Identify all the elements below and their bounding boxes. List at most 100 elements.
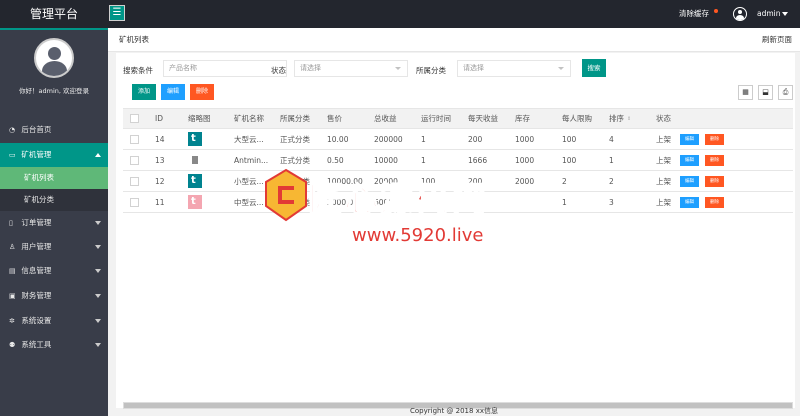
status-label: 状态 (271, 66, 286, 75)
sidebar-subitem-miner-list[interactable]: 矿机列表 (0, 167, 108, 189)
sidebar-item-users[interactable]: ♙ 用户管理 (0, 235, 108, 259)
chevron-down-icon (558, 67, 564, 70)
sidebar-item-home[interactable]: ◔ 后台首页 (0, 118, 108, 142)
notification-dot (714, 9, 718, 13)
row-edit-button[interactable]: 编辑 (680, 154, 699, 166)
clear-cache-link[interactable]: 清除缓存 (679, 0, 709, 28)
cell-stock: 1000 (508, 128, 555, 150)
order-icon: ▯ (9, 219, 13, 227)
row-checkbox[interactable] (130, 176, 139, 186)
cell-price: 0.50 (320, 149, 367, 171)
sidebar-item-label: 财务管理 (21, 291, 52, 300)
finance-icon: ▣ (9, 292, 16, 300)
cell-id: 12 (148, 170, 181, 192)
cell-sort: 1 (602, 149, 649, 171)
sidebar-item-finance[interactable]: ▣ 财务管理 (0, 284, 108, 308)
watermark-url: www.5920.live (352, 225, 484, 246)
welcome-text: 你好！admin, 欢迎登录 (19, 87, 89, 95)
delete-button[interactable]: 删除 (190, 84, 214, 100)
cell-status: 上架 (649, 149, 673, 171)
menu-toggle-icon[interactable]: ☰ (109, 5, 125, 21)
sidebar-subitem-miner-category[interactable]: 矿机分类 (0, 189, 108, 211)
sidebar-item-settings[interactable]: ✲ 系统设置 (0, 309, 108, 333)
sidebar-item-info[interactable]: ▤ 信息管理 (0, 259, 108, 283)
sidebar-item-miners[interactable]: ▭ 矿机管理 (0, 143, 108, 167)
row-checkbox[interactable] (130, 155, 139, 165)
cell-daily: 200 (461, 128, 508, 150)
column-header-actions (673, 108, 793, 129)
cell-daily: 1666 (461, 149, 508, 171)
row-checkbox-cell[interactable] (123, 128, 148, 150)
chevron-down-icon (95, 294, 101, 298)
avatar (34, 38, 74, 78)
brand-title[interactable]: 管理平台 (0, 0, 108, 28)
chevron-down-icon[interactable] (782, 12, 788, 16)
row-edit-button[interactable]: 编辑 (680, 133, 699, 145)
watermark-text: 匠心源码网 (307, 179, 488, 221)
table-header-row: ID 缩略图 矿机名称 所属分类 售价 总收益 运行时间 每天收益 库存 每人限… (123, 108, 793, 129)
thumbnail-image (188, 153, 202, 167)
cell-id: 14 (148, 128, 181, 150)
chevron-up-icon (95, 153, 101, 157)
cell-sort: 2 (602, 170, 649, 192)
row-checkbox-cell[interactable] (123, 170, 148, 192)
sort-column-header[interactable]: 排序 ⇕ (602, 108, 649, 129)
cell-total: 10000 (367, 149, 414, 171)
sidebar-item-orders[interactable]: ▯ 订单管理 (0, 211, 108, 235)
sidebar-accent (0, 28, 108, 30)
user-menu[interactable]: admin (757, 0, 781, 28)
row-checkbox-cell[interactable] (123, 149, 148, 171)
cell-actions: 编辑 删除 (673, 149, 793, 171)
row-delete-button[interactable]: 删除 (705, 196, 724, 208)
row-edit-button[interactable]: 编辑 (680, 175, 699, 187)
sort-icon[interactable]: ⇕ (627, 116, 631, 122)
chevron-down-icon (95, 319, 101, 323)
row-edit-button[interactable]: 编辑 (680, 196, 699, 208)
refresh-page-button[interactable]: 刷新页面 (762, 28, 792, 52)
header-checkbox-cell[interactable] (123, 108, 148, 129)
cell-status: 上架 (649, 170, 673, 192)
filter-columns-icon[interactable]: ▦ (738, 85, 753, 100)
row-delete-button[interactable]: 删除 (705, 175, 724, 187)
tab-bar: 矿机列表 刷新页面 (108, 28, 800, 52)
chevron-down-icon (95, 221, 101, 225)
row-delete-button[interactable]: 删除 (705, 133, 724, 145)
column-header: ID (148, 108, 181, 129)
watermark-logo-icon (265, 168, 307, 222)
cell-id: 11 (148, 191, 181, 213)
column-header: 每人限购 (555, 108, 602, 129)
user-avatar-icon[interactable] (733, 7, 747, 21)
thumbnail-image (188, 195, 202, 209)
info-icon: ▤ (9, 267, 16, 275)
row-checkbox-cell[interactable] (123, 191, 148, 213)
sidebar-item-tools[interactable]: ⚉ 系统工具 (0, 333, 108, 357)
column-header: 每天收益 (461, 108, 508, 129)
export-icon[interactable]: ⬓ (758, 85, 773, 100)
cell-sort: 3 (602, 191, 649, 213)
product-name-input[interactable]: 产品名称 (163, 60, 287, 77)
cell-limit: 100 (555, 128, 602, 150)
sidebar-item-label: 系统工具 (21, 340, 52, 349)
column-header: 售价 (320, 108, 367, 129)
print-icon[interactable]: ⎙ (778, 85, 793, 100)
row-checkbox[interactable] (130, 134, 139, 144)
tab-miner-list[interactable]: 矿机列表 (119, 28, 149, 52)
sidebar-item-label: 矿机管理 (21, 150, 52, 159)
category-select[interactable]: 请选择 (457, 60, 571, 77)
add-button[interactable]: 添加 (132, 84, 156, 100)
cell-stock (508, 191, 555, 213)
cell-limit: 2 (555, 170, 602, 192)
table-row: 14 大型云... 正式分类 10.00 200000 1 200 1000 1… (123, 128, 793, 150)
status-select[interactable]: 请选择 (294, 60, 408, 77)
cell-actions: 编辑 删除 (673, 191, 793, 213)
cell-status: 上架 (649, 128, 673, 150)
sidebar: 你好！admin, 欢迎登录 ◔ 后台首页 ▭ 矿机管理 矿机列表 矿机分类 ▯… (0, 28, 108, 416)
cell-status: 上架 (649, 191, 673, 213)
select-all-checkbox[interactable] (130, 114, 139, 124)
column-header: 运行时间 (414, 108, 461, 129)
edit-button[interactable]: 编辑 (161, 84, 185, 100)
row-checkbox[interactable] (130, 197, 139, 207)
miner-icon: ▭ (9, 151, 16, 159)
row-delete-button[interactable]: 删除 (705, 154, 724, 166)
search-button[interactable]: 搜索 (582, 59, 606, 77)
